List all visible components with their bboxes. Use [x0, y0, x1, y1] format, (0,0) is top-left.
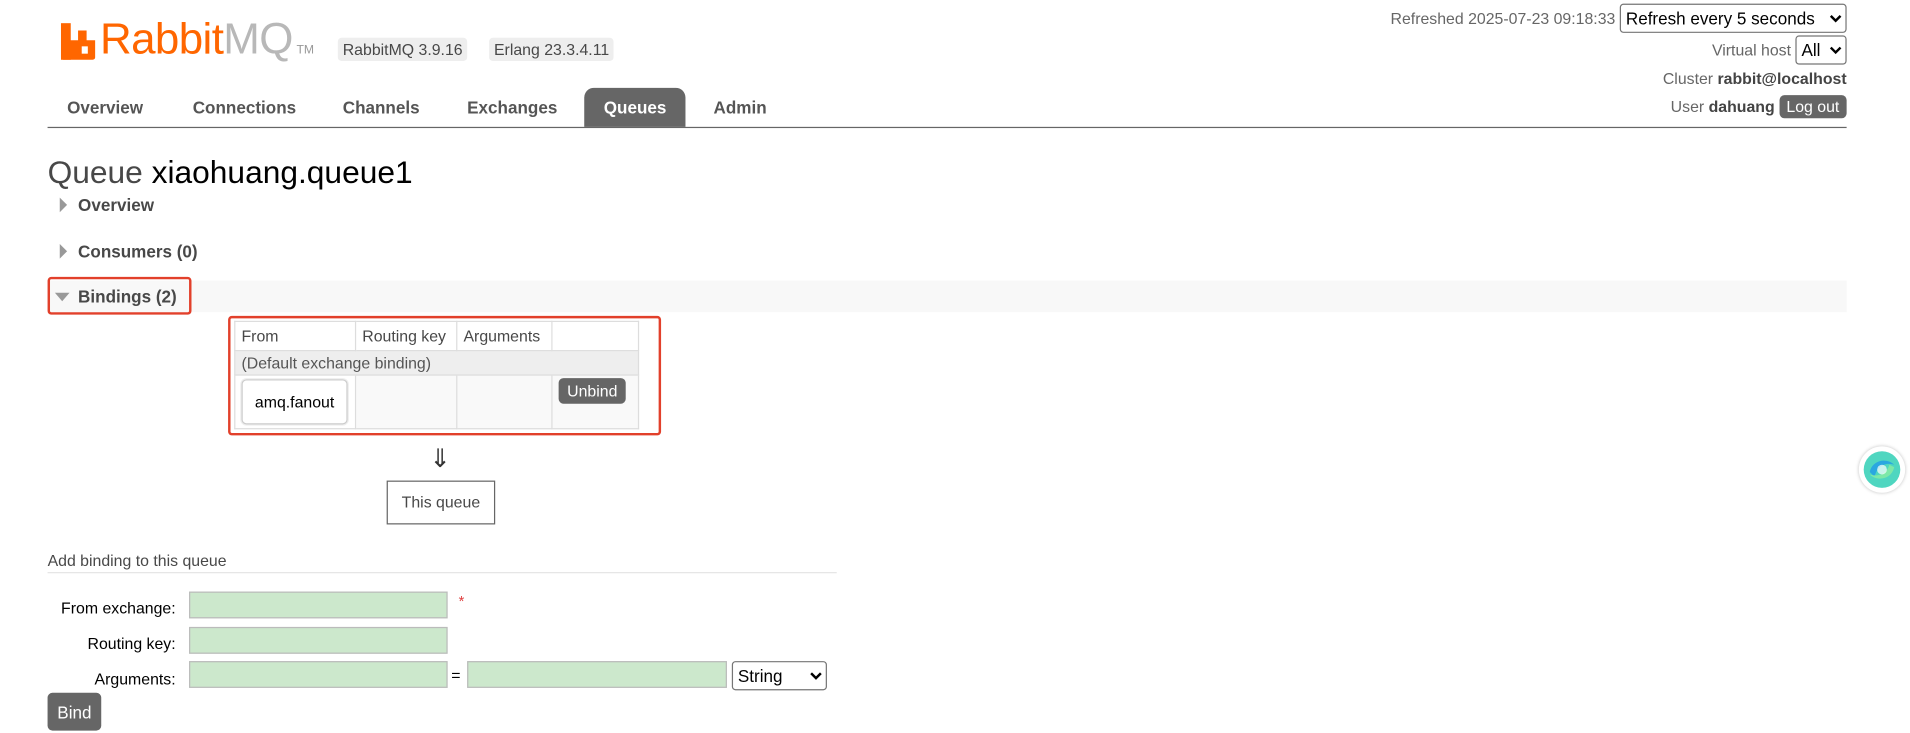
from-exchange-input[interactable]: [189, 591, 448, 619]
refreshed-label: Refreshed 2025-07-23 09:18:33: [1390, 9, 1616, 28]
tab-admin[interactable]: Admin: [694, 88, 786, 127]
down-arrow-icon: ⇓: [429, 445, 451, 474]
from-exchange-label: From exchange:: [61, 598, 176, 618]
logo-text-rabbit: Rabbit: [100, 13, 224, 64]
version-badge: RabbitMQ 3.9.16: [337, 37, 468, 61]
erlang-badge: Erlang 23.3.4.11: [489, 37, 615, 61]
vhost-select[interactable]: All: [1795, 35, 1847, 65]
queue-name: xiaohuang.queue1: [151, 153, 413, 191]
refresh-area: Refreshed 2025-07-23 09:18:33 Refresh ev…: [1390, 3, 1847, 33]
routing-key-input[interactable]: [189, 626, 448, 654]
highlight-bindings-header: [47, 276, 192, 315]
expand-arrow-icon: [59, 243, 68, 259]
section-consumers[interactable]: Consumers (0): [48, 235, 1847, 267]
bind-button[interactable]: Bind: [47, 692, 102, 731]
add-binding-heading: Add binding to this queue: [47, 551, 837, 574]
tab-overview[interactable]: Overview: [48, 88, 163, 127]
logo-text-mq: MQ: [223, 13, 293, 64]
tab-exchanges[interactable]: Exchanges: [448, 88, 577, 127]
argument-type-select[interactable]: String: [731, 661, 827, 691]
routing-key-label: Routing key:: [87, 634, 176, 653]
section-consumers-label: Consumers (0): [78, 241, 198, 262]
refresh-interval-select[interactable]: Refresh every 5 seconds: [1619, 3, 1847, 33]
tab-channels[interactable]: Channels: [323, 88, 439, 127]
floating-assistant-icon[interactable]: [1858, 446, 1906, 493]
argument-key-input[interactable]: [189, 661, 448, 688]
cluster-info: Cluster rabbit@localhost: [1663, 70, 1847, 88]
main-nav: Overview Connections Channels Exchanges …: [47, 87, 1847, 129]
rabbitmq-logo[interactable]: Rabbit MQ TM: [60, 13, 315, 64]
this-queue-box: This queue: [386, 480, 496, 525]
vhost-label: Virtual host: [1711, 40, 1791, 60]
section-bindings[interactable]: Bindings (2): [47, 280, 1847, 313]
tab-queues[interactable]: Queues: [584, 87, 686, 127]
equals-sign: =: [451, 665, 461, 685]
cluster-label: Cluster: [1662, 69, 1714, 88]
section-overview-label: Overview: [78, 195, 155, 215]
page-title: Queue xiaohuang.queue1: [48, 154, 413, 192]
highlight-bindings-table: [228, 315, 662, 436]
cluster-value: rabbit@localhost: [1717, 69, 1847, 88]
argument-value-input[interactable]: [467, 661, 727, 688]
logo-trademark: TM: [296, 43, 315, 58]
required-mark: *: [458, 592, 465, 610]
page-title-prefix: Queue: [47, 153, 143, 191]
rabbit-logo-icon: [60, 23, 96, 60]
tab-connections[interactable]: Connections: [173, 88, 315, 127]
vhost-area: Virtual host All: [1711, 35, 1847, 65]
expand-arrow-icon: [59, 197, 68, 213]
section-overview[interactable]: Overview: [48, 189, 1847, 221]
arguments-label: Arguments:: [94, 669, 176, 688]
